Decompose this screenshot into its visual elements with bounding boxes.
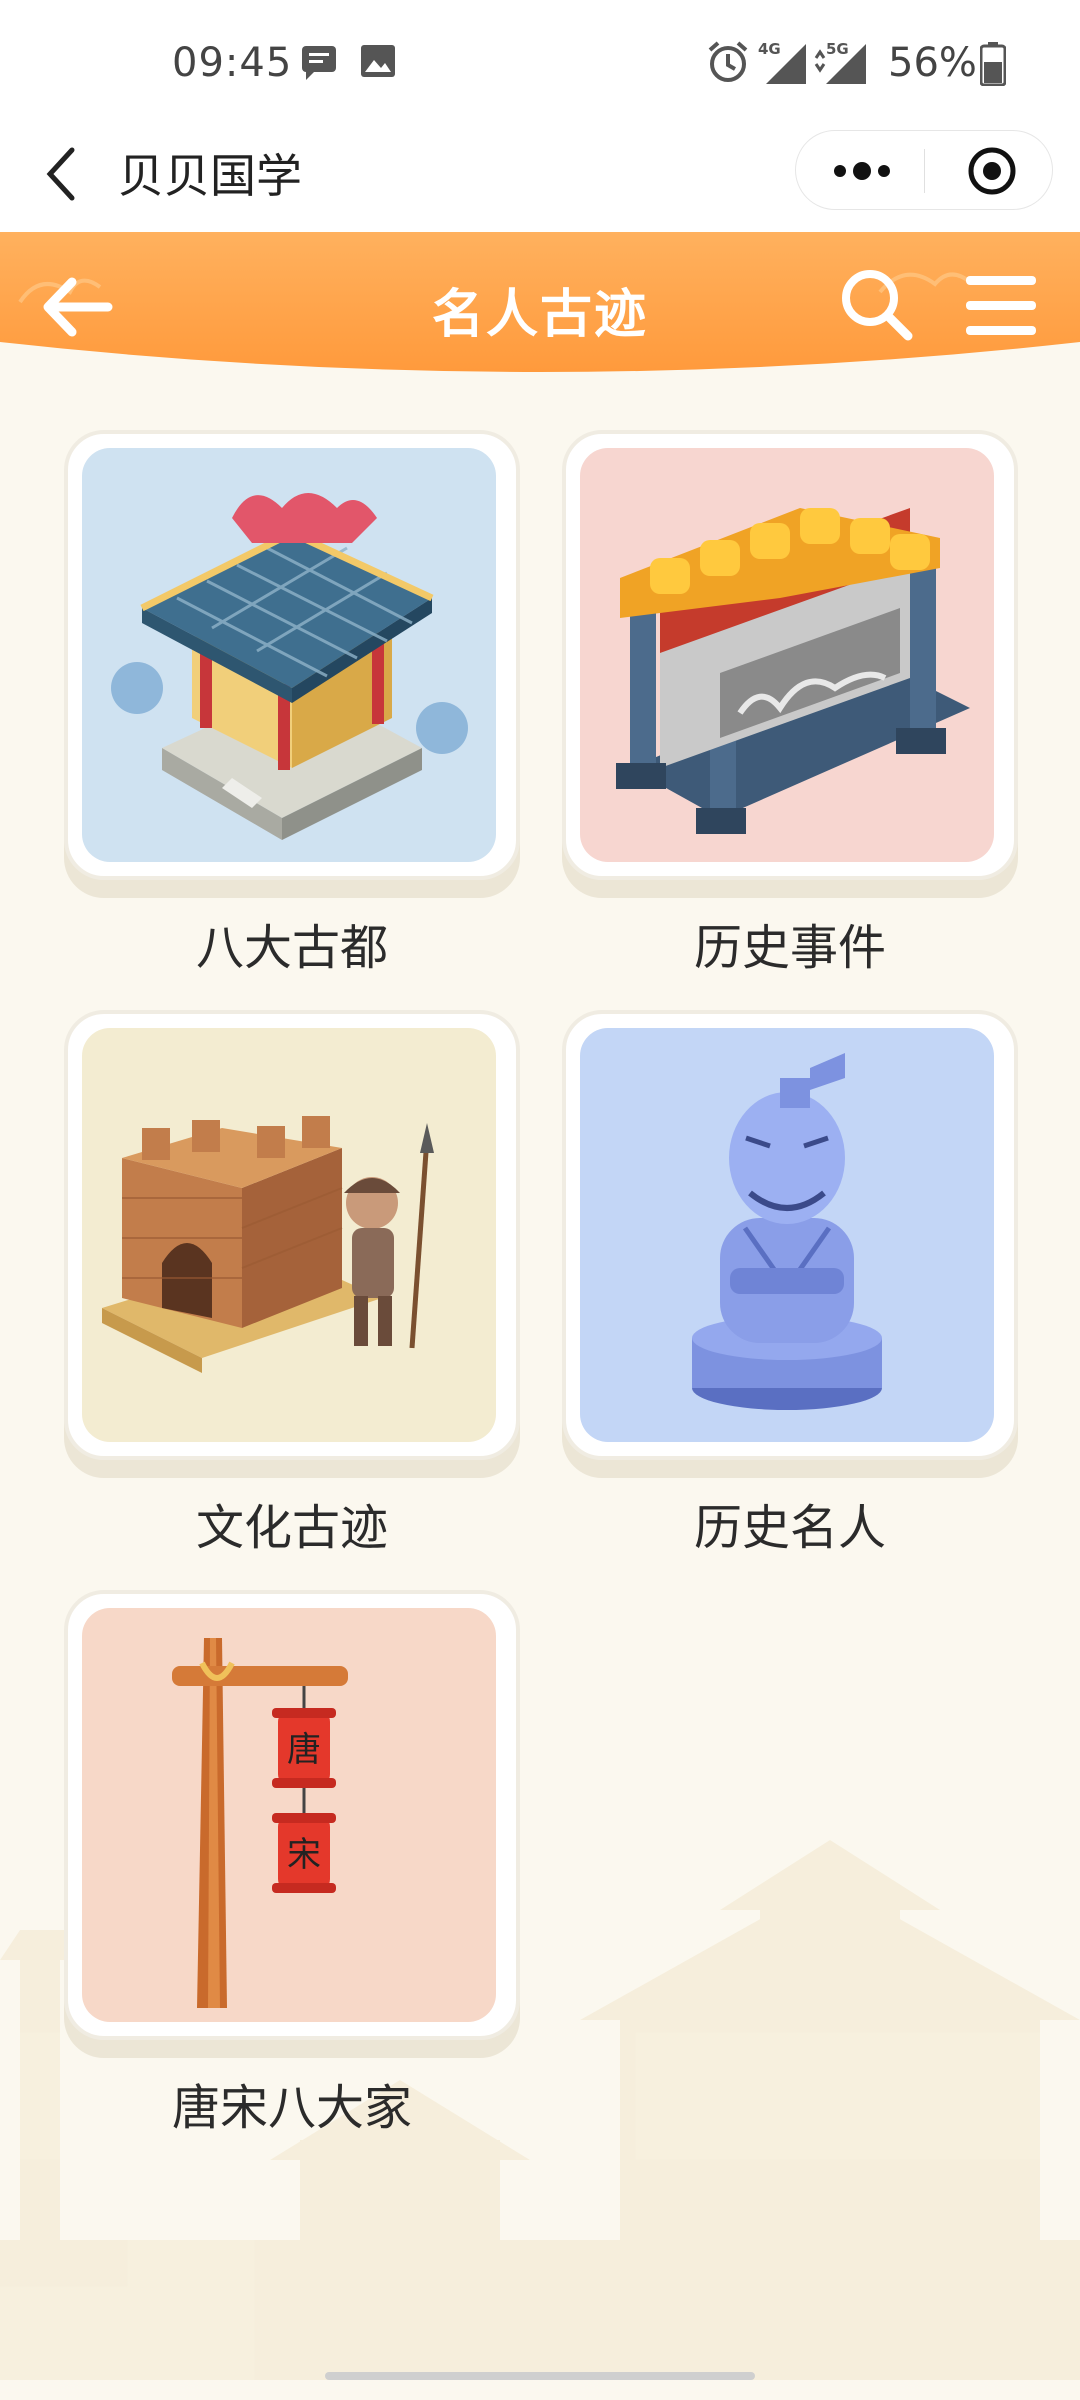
signal-5g-label: 5G bbox=[826, 40, 849, 58]
page-header: 名人古迹 bbox=[0, 232, 1080, 392]
palace-illustration bbox=[82, 448, 496, 862]
gate-illustration bbox=[580, 448, 994, 862]
card-label: 八大古都 bbox=[195, 920, 388, 976]
category-card-historical-figures[interactable]: 历史名人 bbox=[562, 1010, 1018, 1556]
great-wall-warrior-illustration bbox=[82, 1028, 496, 1442]
signal-5g-icon: 5G bbox=[814, 40, 866, 84]
menu-icon[interactable] bbox=[962, 270, 1040, 342]
message-notification-icon bbox=[302, 46, 336, 80]
lantern-text-tang: 唐 bbox=[287, 1730, 321, 1770]
app-title: 贝贝国学 bbox=[118, 149, 302, 203]
more-options-icon[interactable] bbox=[796, 131, 924, 211]
card-label: 历史事件 bbox=[693, 920, 886, 976]
gallery-notification-icon bbox=[361, 45, 395, 77]
battery-icon bbox=[980, 42, 1006, 86]
category-card-tang-song-masters[interactable]: 唐 宋 唐宋八大家 bbox=[64, 1590, 520, 2136]
signal-4g-icon: 4G bbox=[758, 40, 806, 84]
category-card-ancient-capitals[interactable]: 八大古都 bbox=[64, 430, 520, 976]
alarm-icon bbox=[708, 41, 748, 82]
lantern-text-song: 宋 bbox=[287, 1835, 321, 1875]
signal-4g-label: 4G bbox=[758, 40, 781, 58]
terracotta-statue-illustration bbox=[580, 1028, 994, 1442]
search-icon[interactable] bbox=[836, 264, 916, 344]
back-chevron-icon[interactable] bbox=[40, 144, 80, 204]
status-time: 09:45 bbox=[172, 40, 293, 86]
close-miniprogram-icon[interactable] bbox=[966, 145, 1018, 197]
battery-percent: 56% bbox=[888, 40, 977, 86]
capsule-menu bbox=[795, 130, 1053, 210]
card-label: 文化古迹 bbox=[195, 1500, 388, 1556]
capsule-divider bbox=[924, 149, 925, 193]
status-bar: 09:45 4G 5G 56% bbox=[0, 0, 1080, 130]
lantern-pole-illustration: 唐 宋 bbox=[82, 1608, 496, 2022]
category-card-historical-events[interactable]: 历史事件 bbox=[562, 430, 1018, 976]
page-title: 名人古迹 bbox=[431, 285, 648, 345]
home-indicator[interactable] bbox=[325, 2372, 755, 2380]
title-bar: 贝贝国学 bbox=[0, 130, 1080, 235]
category-card-cultural-sites[interactable]: 文化古迹 bbox=[64, 1010, 520, 1556]
card-label: 历史名人 bbox=[693, 1500, 886, 1556]
card-label: 唐宋八大家 bbox=[171, 2080, 412, 2136]
